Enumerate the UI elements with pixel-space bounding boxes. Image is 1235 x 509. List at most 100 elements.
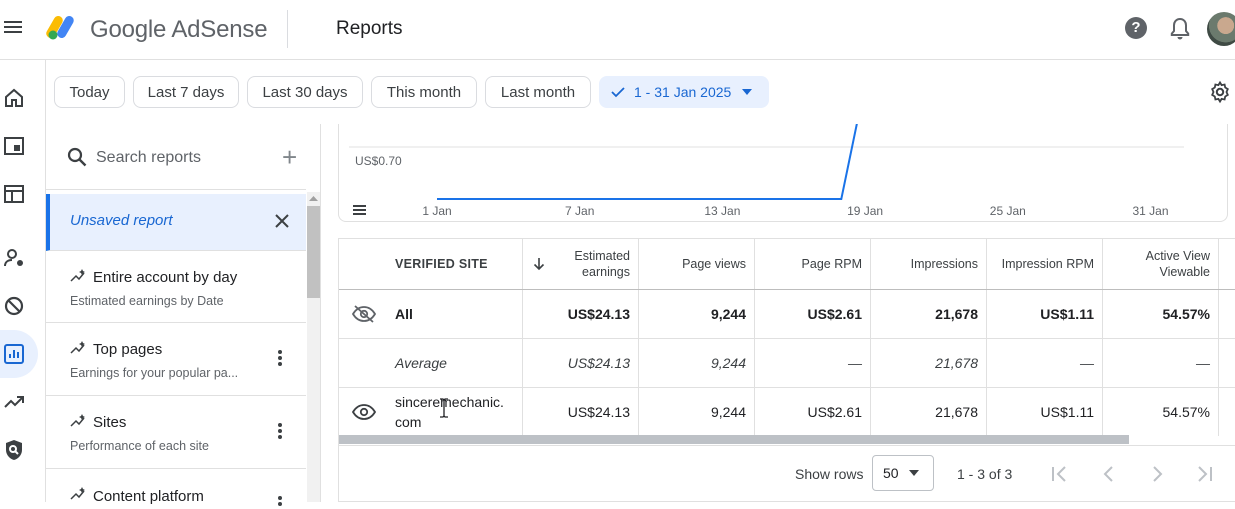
column-header-page-views[interactable]: Page views: [639, 239, 755, 289]
chip-this-month[interactable]: This month: [371, 76, 477, 108]
line-chart: US$0.70 1 Jan 7 Jan 13 Jan 19 Jan 25 Jan 31 J…: [349, 83, 1184, 218]
site-cell: Average: [339, 339, 523, 387]
eye-icon[interactable]: [352, 404, 376, 420]
report-item-sites[interactable]: Sites Performance of each site: [46, 396, 306, 469]
help-icon[interactable]: ?: [1125, 17, 1147, 39]
impressions-cell: 21,678: [871, 339, 987, 387]
caret-down-icon: [908, 470, 919, 476]
site-cell: All: [339, 290, 523, 338]
first-page-icon[interactable]: [1049, 464, 1069, 484]
performance-chart: US$0.70 1 Jan 7 Jan 13 Jan 19 Jan 25 Jan 31 J…: [338, 83, 1228, 222]
report-item-content-platform[interactable]: Content platform: [46, 469, 306, 509]
rows-per-page-select[interactable]: 50: [872, 455, 934, 491]
page-title: Reports: [336, 18, 403, 39]
date-range-label: 1 - 31 Jan 2025: [634, 84, 732, 100]
scrollbar-thumb[interactable]: [307, 206, 320, 298]
page-views-cell: 9,244: [639, 339, 755, 387]
avatar[interactable]: [1207, 12, 1235, 46]
column-header-impressions[interactable]: Impressions: [871, 239, 987, 289]
column-header-earnings[interactable]: Estimated earnings: [523, 239, 639, 289]
date-range-selector[interactable]: 1 - 31 Jan 2025: [599, 76, 769, 108]
previous-page-icon[interactable]: [1099, 464, 1119, 484]
page-views-cell: 9,244: [639, 388, 755, 436]
pagination: Show rows 50 1 - 3 of 3: [339, 445, 1235, 503]
add-report-button[interactable]: +: [282, 142, 297, 173]
x-tick-label: 25 Jan: [990, 204, 1026, 218]
page-views-cell: 9,244: [639, 290, 755, 338]
table-row-all: All US$24.13 9,244 US$2.61 21,678 US$1.1…: [339, 289, 1235, 338]
report-table: VERIFIED SITE Estimated earnings Page vi…: [338, 238, 1235, 502]
impression-rpm-cell: US$1.11: [987, 388, 1103, 436]
report-desc: Estimated earnings by Date: [70, 294, 224, 308]
notifications-icon[interactable]: [1169, 17, 1191, 41]
impression-rpm-cell: US$1.11: [987, 290, 1103, 338]
report-name: Sites: [93, 414, 127, 431]
chip-last-30-days[interactable]: Last 30 days: [247, 76, 363, 108]
more-options-icon[interactable]: [278, 496, 282, 508]
column-header-page-rpm[interactable]: Page RPM: [755, 239, 871, 289]
sort-down-icon[interactable]: [533, 257, 545, 271]
series-line: [437, 83, 867, 200]
page-rpm-cell: —: [755, 339, 871, 387]
last-page-icon[interactable]: [1195, 464, 1215, 484]
reports-sidebar: Search reports + Unsaved report Entire a…: [46, 124, 321, 509]
reports-icon[interactable]: [2, 342, 26, 366]
earnings-cell: US$24.13: [523, 339, 639, 387]
impressions-cell: 21,678: [871, 290, 987, 338]
search-input[interactable]: Search reports: [96, 149, 201, 167]
app-name: Google AdSense: [90, 16, 268, 43]
divider: [287, 10, 288, 48]
sites-icon[interactable]: [2, 182, 26, 206]
column-header-impression-rpm[interactable]: Impression RPM: [987, 239, 1103, 289]
eye-off-icon[interactable]: [352, 305, 376, 323]
text-cursor-icon: [440, 398, 448, 418]
settings-gear-icon[interactable]: [1208, 80, 1232, 104]
chip-today[interactable]: Today: [54, 76, 125, 108]
viewable-cell: —: [1103, 339, 1219, 387]
more-options-icon[interactable]: [278, 350, 282, 368]
horizontal-scrollbar[interactable]: [339, 435, 1129, 444]
x-tick-label: 7 Jan: [565, 204, 594, 218]
earnings-header-label: Estimated earnings: [574, 249, 630, 279]
site-cell: sinceremechanic. com: [339, 388, 523, 436]
viewable-cell: 54.57%: [1103, 290, 1219, 338]
date-filter-bar: Today Last 7 days Last 30 days This mont…: [46, 60, 1235, 124]
search-reports[interactable]: Search reports +: [46, 124, 306, 190]
impression-rpm-cell: —: [987, 339, 1103, 387]
table-row-average: Average US$24.13 9,244 — 21,678 — —: [339, 338, 1235, 387]
report-name: Top pages: [93, 341, 163, 358]
show-rows-label: Show rows: [795, 466, 864, 482]
report-item-unsaved[interactable]: Unsaved report: [46, 194, 306, 251]
ads-icon[interactable]: [2, 134, 26, 158]
column-header-site[interactable]: VERIFIED SITE: [339, 239, 523, 289]
brand-safety-icon[interactable]: [2, 438, 26, 462]
chart-legend-icon[interactable]: [353, 205, 366, 215]
trends-icon[interactable]: [2, 390, 26, 414]
home-icon[interactable]: [2, 86, 26, 110]
earnings-cell: US$24.13: [523, 290, 639, 338]
x-tick-label: 19 Jan: [847, 204, 883, 218]
auto-report-icon: [70, 341, 85, 354]
more-options-icon[interactable]: [278, 423, 282, 441]
column-header-viewable[interactable]: Active View Viewable: [1103, 239, 1219, 289]
report-item-top-pages[interactable]: Top pages Earnings for your popular pa..…: [46, 323, 306, 396]
auto-report-icon: [70, 414, 85, 427]
site-name: Average: [395, 355, 447, 371]
rows-per-page-value: 50: [883, 465, 899, 481]
table-row: sinceremechanic. com US$24.13 9,244 US$2…: [339, 387, 1235, 436]
auto-report-icon: [70, 269, 85, 282]
chip-last-7-days[interactable]: Last 7 days: [133, 76, 239, 108]
sidebar-scrollbar[interactable]: [307, 192, 320, 502]
block-icon[interactable]: [2, 294, 26, 318]
privacy-icon[interactable]: [2, 246, 26, 270]
page-rpm-cell: US$2.61: [755, 290, 871, 338]
menu-icon[interactable]: [4, 18, 26, 40]
scroll-up-icon[interactable]: [309, 195, 318, 201]
chip-last-month[interactable]: Last month: [485, 76, 591, 108]
next-page-icon[interactable]: [1147, 464, 1167, 484]
check-icon: [611, 87, 625, 98]
close-icon[interactable]: [274, 213, 290, 229]
report-item-entire-account[interactable]: Entire account by day Estimated earnings…: [46, 251, 306, 323]
earnings-cell: US$24.13: [523, 388, 639, 436]
search-icon: [67, 147, 87, 167]
